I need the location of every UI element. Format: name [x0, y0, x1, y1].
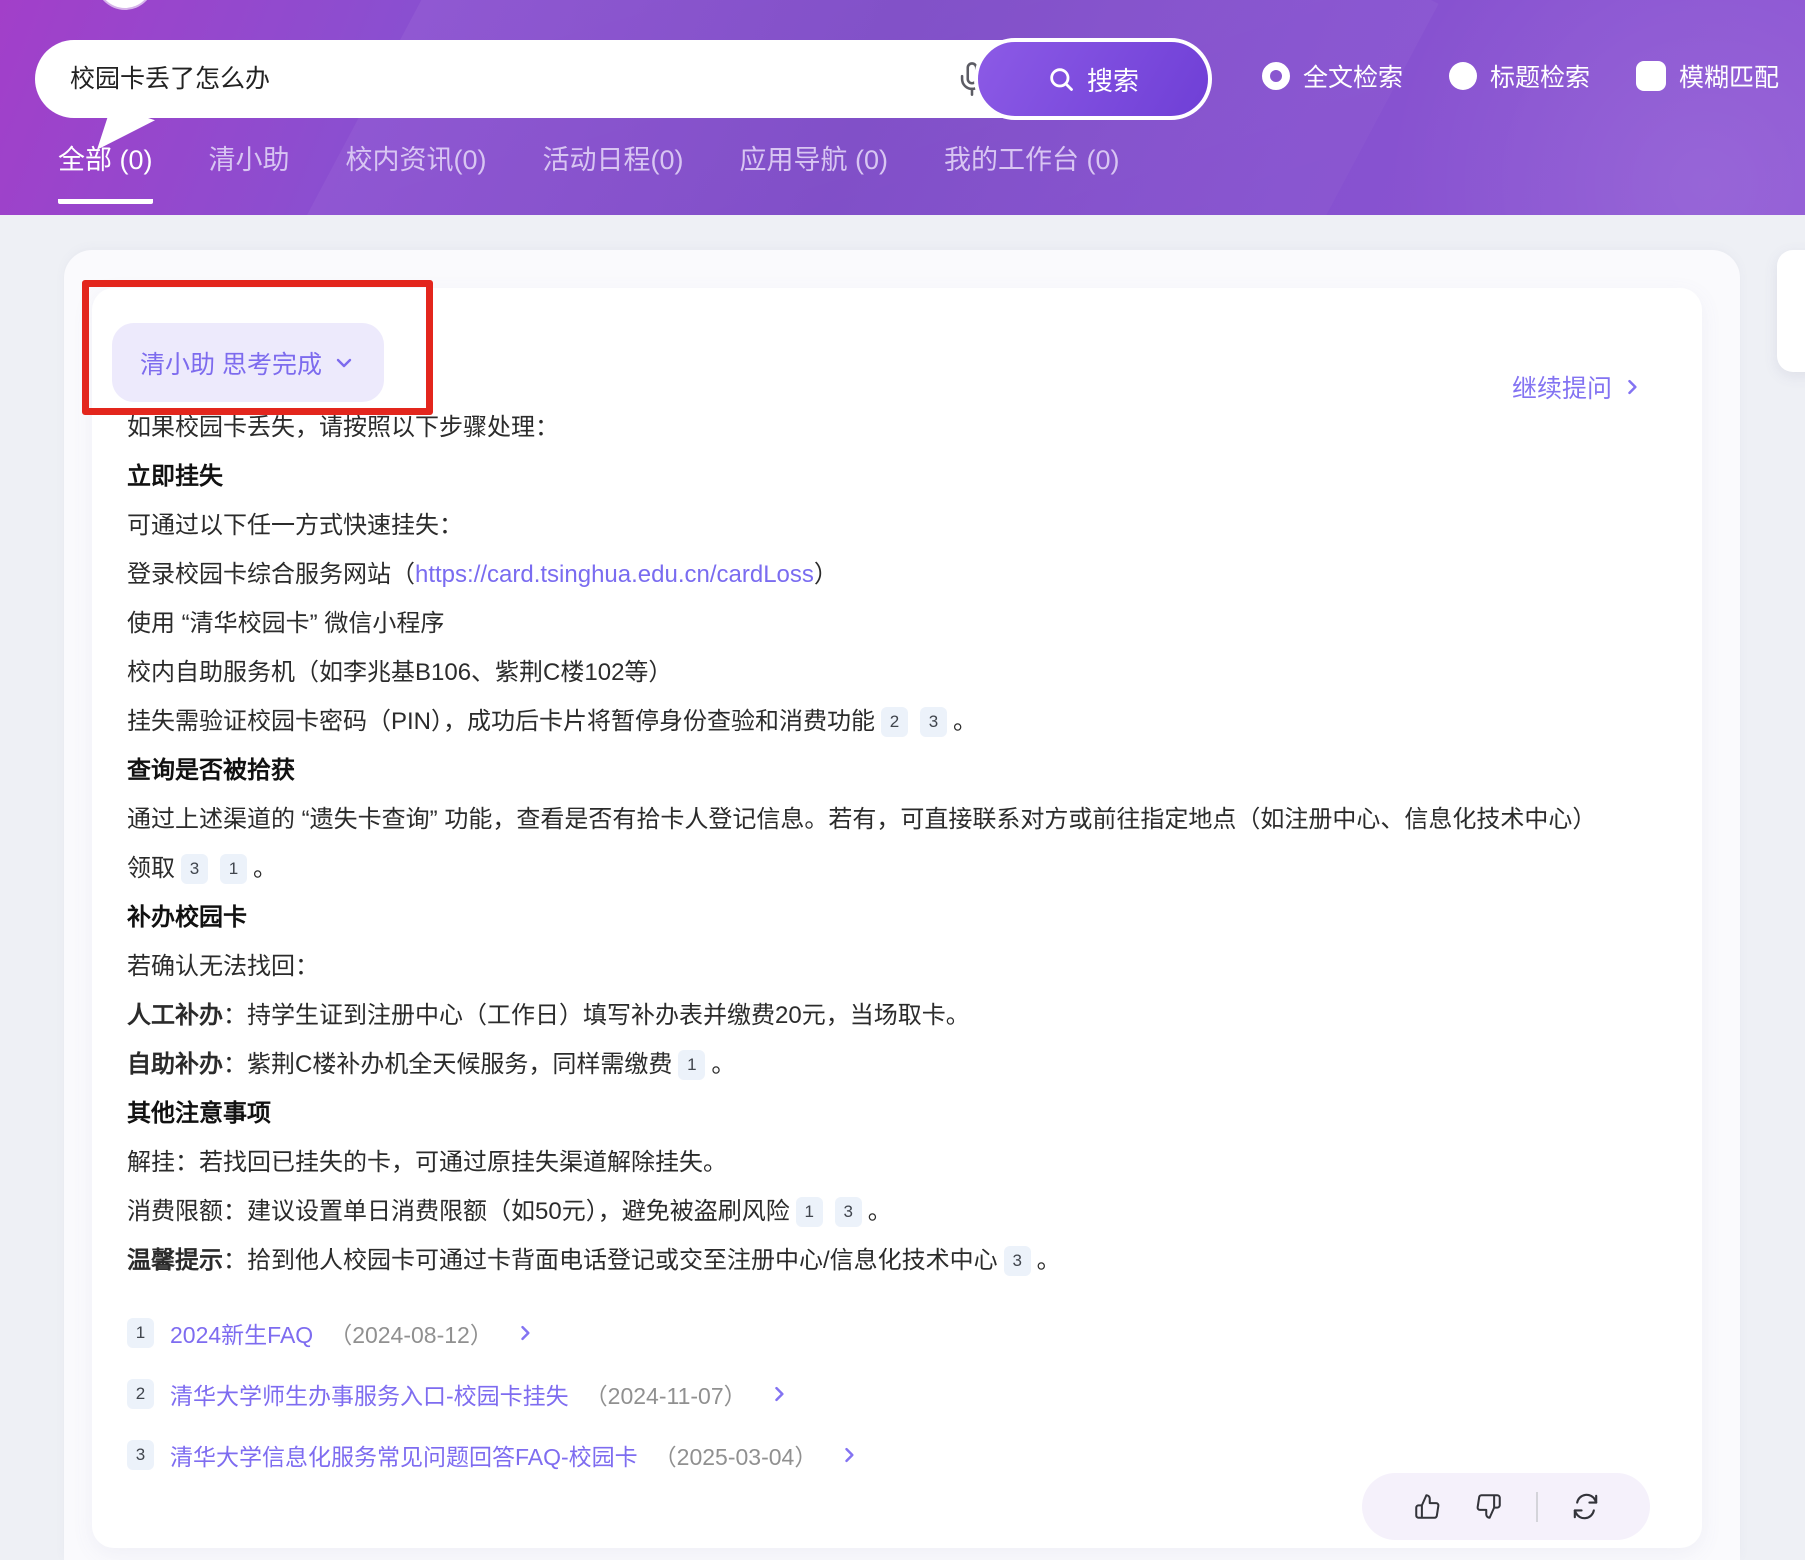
reference-number-badge: 3 — [127, 1440, 154, 1470]
chevron-down-icon — [332, 351, 356, 375]
reference-date: （2024-11-07） — [585, 1377, 747, 1411]
continue-asking-link[interactable]: 继续提问 — [1512, 369, 1642, 405]
thumbs-up-icon[interactable] — [1414, 1493, 1441, 1520]
search-button-label: 搜索 — [1087, 61, 1139, 98]
citation-chip[interactable]: 1 — [678, 1050, 705, 1080]
bold-lead: 人工补办 — [127, 1002, 223, 1029]
floating-side-widget[interactable] — [1777, 250, 1805, 372]
search-button[interactable]: 搜索 — [974, 38, 1212, 120]
result-tabs: 全部 (0) 清小助 校内资讯(0) 活动日程(0) 应用导航 (0) 我的工作… — [58, 138, 1120, 204]
answer-text: ：拾到他人校园卡可通过卡背面电话登记或交至注册中心/信息化技术中心 — [223, 1247, 998, 1274]
continue-asking-label: 继续提问 — [1512, 369, 1612, 405]
reference-number-badge: 1 — [127, 1318, 154, 1348]
option-title-search[interactable]: 标题检索 — [1449, 58, 1590, 94]
citation-chip[interactable]: 3 — [920, 707, 947, 737]
heading-check-found: 查询是否被拾获 — [127, 746, 1652, 795]
answer-line-with-link: 登录校园卡综合服务网站（https://card.tsinghua.edu.cn… — [127, 550, 1652, 599]
regenerate-icon[interactable] — [1572, 1493, 1599, 1520]
citation-chip[interactable]: 3 — [181, 854, 208, 884]
reference-link[interactable]: 2024新生FAQ — [170, 1316, 313, 1350]
chevron-right-icon[interactable] — [515, 1323, 535, 1343]
period: 。 — [711, 1051, 735, 1078]
heading-report-loss: 立即挂失 — [127, 452, 1652, 501]
reference-link[interactable]: 清华大学信息化服务常见问题回答FAQ-校园卡 — [170, 1438, 638, 1472]
checkbox-icon — [1636, 61, 1666, 91]
search-bar: 校园卡丢了怎么办 搜索 — [35, 40, 1210, 118]
answer-line: 自助补办：紫荆C楼补办机全天候服务，同样需缴费1。 — [127, 1040, 1652, 1089]
citation-chip[interactable]: 1 — [796, 1197, 823, 1227]
chevron-right-icon — [1622, 377, 1642, 397]
tab-campus-news[interactable]: 校内资讯(0) — [346, 138, 487, 204]
option-fulltext-search[interactable]: 全文检索 — [1262, 58, 1403, 94]
chevron-right-icon[interactable] — [769, 1384, 789, 1404]
period: 。 — [953, 708, 977, 735]
reference-number-badge: 2 — [127, 1379, 154, 1409]
reference-list: 1 2024新生FAQ （2024-08-12） 2 清华大学师生办事服务入口-… — [127, 1302, 1652, 1485]
university-emblem-partial — [97, 0, 153, 8]
assistant-status-label: 清小助 思考完成 — [140, 345, 322, 381]
answer-line: 消费限额：建议设置单日消费限额（如50元），避免被盗刷风险13。 — [127, 1187, 1652, 1236]
answer-body: 如果校园卡丢失，请按照以下步骤处理： 立即挂失 可通过以下任一方式快速挂失： 登… — [127, 403, 1652, 1285]
answer-text: ：紫荆C楼补办机全天候服务，同样需缴费 — [223, 1051, 672, 1078]
reference-link[interactable]: 清华大学师生办事服务入口-校园卡挂失 — [170, 1377, 569, 1411]
option-fuzzy-label: 模糊匹配 — [1679, 58, 1779, 94]
search-options: 全文检索 标题检索 模糊匹配 — [1262, 58, 1779, 94]
reference-date: （2024-08-12） — [329, 1316, 493, 1350]
header: 校园卡丢了怎么办 搜索 全文检索 标题检索 — [0, 0, 1805, 215]
answer-line: 若确认无法找回： — [127, 942, 1652, 991]
answer-line: 温馨提示：拾到他人校园卡可通过卡背面电话登记或交至注册中心/信息化技术中心3。 — [127, 1236, 1652, 1285]
heading-replace-card: 补办校园卡 — [127, 893, 1652, 942]
answer-line: 使用 “清华校园卡” 微信小程序 — [127, 599, 1652, 648]
answer-line: 校内自助服务机（如李兆基B106、紫荆C楼102等） — [127, 648, 1652, 697]
search-input[interactable]: 校园卡丢了怎么办 — [70, 40, 930, 118]
tab-app-nav[interactable]: 应用导航 (0) — [740, 138, 889, 204]
radio-selected-icon — [1262, 62, 1290, 90]
reference-item: 1 2024新生FAQ （2024-08-12） — [127, 1302, 1652, 1363]
citation-chip[interactable]: 3 — [1004, 1246, 1031, 1276]
option-title-label: 标题检索 — [1490, 58, 1590, 94]
reference-date: （2025-03-04） — [654, 1438, 818, 1472]
tab-qing-assistant[interactable]: 清小助 — [209, 138, 290, 204]
thumbs-down-icon[interactable] — [1475, 1493, 1502, 1520]
period: 。 — [253, 855, 277, 882]
search-icon — [1047, 65, 1075, 93]
answer-text: 消费限额：建议设置单日消费限额（如50元），避免被盗刷风险 — [127, 1198, 790, 1225]
bold-lead: 自助补办 — [127, 1051, 223, 1078]
toolbar-divider — [1536, 1492, 1538, 1522]
answer-line: 解挂：若找回已挂失的卡，可通过原挂失渠道解除挂失。 — [127, 1138, 1652, 1187]
answer-card-header: 清小助 思考完成 继续提问 — [127, 323, 1652, 402]
option-fuzzy-match[interactable]: 模糊匹配 — [1636, 58, 1779, 94]
citation-chip[interactable]: 1 — [220, 854, 247, 884]
answer-text: 挂失需验证校园卡密码（PIN），成功后卡片将暂停身份查验和消费功能 — [127, 708, 875, 735]
citation-chip[interactable]: 3 — [835, 1197, 862, 1227]
feedback-toolbar — [1362, 1473, 1650, 1540]
citation-chip[interactable]: 2 — [881, 707, 908, 737]
radio-icon — [1449, 62, 1477, 90]
answer-line: 人工补办：持学生证到注册中心（工作日）填写补办表并缴费20元，当场取卡。 — [127, 991, 1652, 1040]
option-fulltext-label: 全文检索 — [1303, 58, 1403, 94]
tab-my-workbench[interactable]: 我的工作台 (0) — [944, 138, 1120, 204]
period: 。 — [1037, 1247, 1061, 1274]
answer-line: 可通过以下任一方式快速挂失： — [127, 501, 1652, 550]
reference-item: 2 清华大学师生办事服务入口-校园卡挂失 （2024-11-07） — [127, 1363, 1652, 1424]
bold-lead: 温馨提示 — [127, 1247, 223, 1274]
answer-intro: 如果校园卡丢失，请按照以下步骤处理： — [127, 403, 1652, 452]
assistant-status-pill[interactable]: 清小助 思考完成 — [112, 323, 384, 402]
answer-text: 领取 — [127, 855, 175, 882]
tab-events[interactable]: 活动日程(0) — [543, 138, 684, 204]
cardloss-url-link[interactable]: https://card.tsinghua.edu.cn/cardLoss — [415, 561, 814, 588]
chevron-right-icon[interactable] — [839, 1445, 859, 1465]
heading-other-notes: 其他注意事项 — [127, 1089, 1652, 1138]
answer-text: ：持学生证到注册中心（工作日）填写补办表并缴费20元，当场取卡。 — [223, 1002, 970, 1029]
period: 。 — [868, 1198, 892, 1225]
answer-line: 通过上述渠道的 “遗失卡查询” 功能，查看是否有拾卡人登记信息。若有，可直接联系… — [127, 795, 1652, 844]
search-results-page: 校园卡丢了怎么办 搜索 全文检索 标题检索 — [0, 0, 1805, 1560]
answer-line: 挂失需验证校园卡密码（PIN），成功后卡片将暂停身份查验和消费功能23。 — [127, 697, 1652, 746]
ai-answer-card: 清小助 思考完成 继续提问 如果校园卡丢失，请按照以下步骤处理： 立即挂失 可通… — [92, 288, 1702, 1548]
answer-line: 领取31。 — [127, 844, 1652, 893]
link-post-text: ） — [814, 561, 838, 588]
link-pre-text: 登录校园卡综合服务网站（ — [127, 561, 415, 588]
